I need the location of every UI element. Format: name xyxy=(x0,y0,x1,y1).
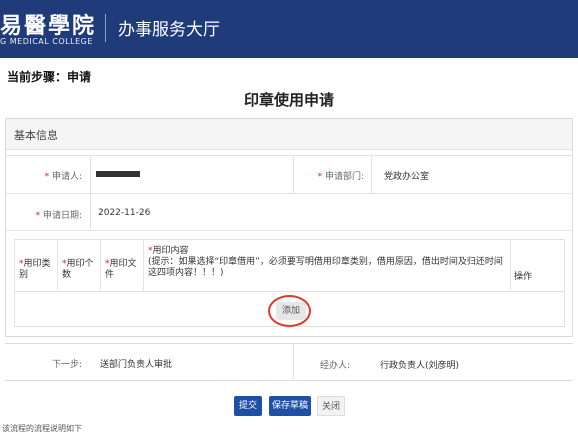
current-step: 当前步骤：申请 xyxy=(7,70,92,84)
form-col-divider xyxy=(90,155,91,230)
workflow-footer xyxy=(5,343,573,381)
col-header-seal-type: *用印类别 xyxy=(19,259,53,281)
college-logo[interactable]: 易醫學院 xyxy=(0,8,96,40)
col-header-text: 用印个数 xyxy=(62,259,94,280)
col-header-text: 用印内容 xyxy=(152,246,189,256)
department-value: 党政办公室 xyxy=(384,172,430,182)
col-header-text: 用印文件 xyxy=(105,259,137,280)
col-header-seal-count: *用印个数 xyxy=(62,259,96,281)
form-row-divider xyxy=(5,230,573,231)
close-button[interactable]: 关闭 xyxy=(317,396,345,416)
top-header: 易醫學院 G MEDICAL COLLEGE 办事服务大厅 xyxy=(0,0,578,58)
footer-col-divider xyxy=(293,344,294,379)
required-mark: * xyxy=(35,211,41,221)
handler-label: 经办人: xyxy=(319,361,350,371)
service-hall-title[interactable]: 办事服务大厅 xyxy=(118,15,220,40)
page-title: 印章使用申请 xyxy=(243,91,334,109)
department-label-cell: * 申请部门: xyxy=(300,169,364,182)
col-header-text: 用印类别 xyxy=(19,259,51,280)
date-label-cell: * 申请日期: xyxy=(16,208,82,221)
college-logo-subtitle: G MEDICAL COLLEGE xyxy=(0,37,93,46)
next-step-label: 下一步: xyxy=(51,360,82,370)
table-col-divider xyxy=(510,239,511,291)
highlight-circle xyxy=(268,295,311,327)
applicant-label-cell: * 申请人: xyxy=(20,169,82,182)
table-col-divider xyxy=(57,239,58,291)
next-step-value: 送部门负责人审批 xyxy=(100,360,173,370)
table-header-divider xyxy=(14,291,565,292)
date-label: 申请日期: xyxy=(42,211,82,221)
seal-content-hint: (提示：如果选择“印章借用”，必须要写明借用印章类别，借用原因，借出时间及归还时… xyxy=(148,257,503,278)
handler-value[interactable]: 行政负责人(刘彦明) xyxy=(380,358,459,371)
col-header-operation: 操作 xyxy=(514,272,533,282)
required-mark: * xyxy=(317,172,323,182)
form-col-divider xyxy=(293,155,294,193)
applicant-label: 申请人: xyxy=(51,172,82,182)
submit-button[interactable]: 提交 xyxy=(234,396,262,416)
save-draft-button[interactable]: 保存草稿 xyxy=(269,396,311,416)
header-divider xyxy=(105,14,106,42)
col-header-seal-document: *用印文件 xyxy=(105,259,139,281)
section-header: 基本信息 xyxy=(6,119,572,150)
table-col-divider xyxy=(100,239,101,291)
redacted-name xyxy=(96,171,140,177)
form-col-divider xyxy=(371,155,372,193)
table-col-divider xyxy=(143,239,144,291)
date-value[interactable]: 2022-11-26 xyxy=(98,208,150,218)
process-description-link[interactable]: 该流程的流程说明如下 xyxy=(2,423,82,434)
section-title: 基本信息 xyxy=(14,129,58,142)
required-mark: * xyxy=(44,172,50,182)
department-label: 申请部门: xyxy=(324,172,364,182)
col-header-seal-content: *用印内容 (提示：如果选择“印章借用”，必须要写明借用印章类别，借用原因，借出… xyxy=(148,246,504,279)
